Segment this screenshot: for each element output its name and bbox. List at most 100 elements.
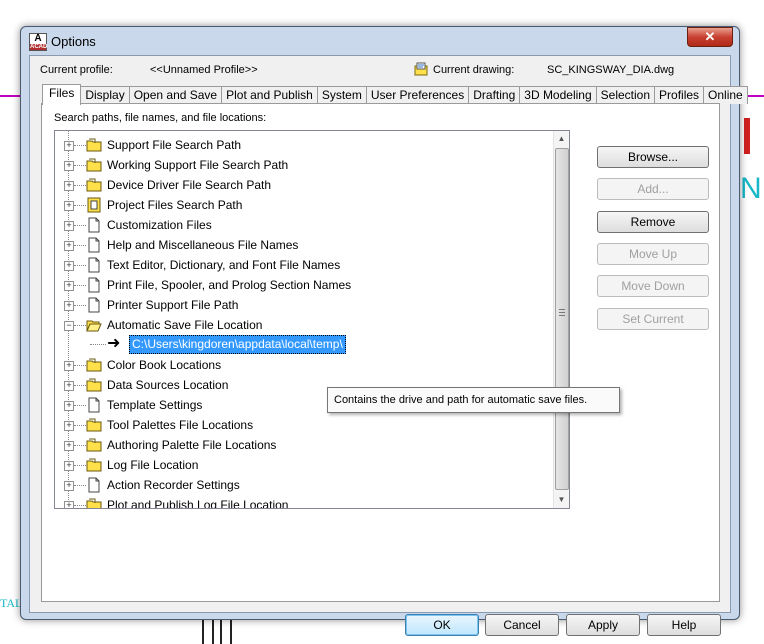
tooltip: Contains the drive and path for automati… [327, 387, 620, 413]
tree-child-row[interactable]: ➜ C:\Users\kingdoren\appdata\local\temp\ [55, 335, 553, 355]
tree-connector [74, 265, 86, 266]
tree-connector [74, 485, 86, 486]
tree-row[interactable]: + Color Book Locations [55, 355, 553, 375]
tree-row-label: Printer Support File Path [107, 298, 239, 312]
expand-icon[interactable]: + [64, 301, 74, 311]
expand-icon[interactable]: + [64, 501, 74, 508]
tree-row[interactable]: + Authoring Palette File Locations [55, 435, 553, 455]
tree-row[interactable]: + Device Driver File Search Path [55, 175, 553, 195]
title-bar[interactable]: A ACAD Options ✕ [21, 27, 739, 55]
tab-online[interactable]: Online [703, 86, 748, 104]
tree-row-label: Support File Search Path [107, 138, 242, 152]
document-icon [86, 237, 102, 253]
expand-icon[interactable]: + [64, 381, 74, 391]
tree-row[interactable]: + Action Recorder Settings [55, 475, 553, 495]
tree-row[interactable]: + Customization Files [55, 215, 553, 235]
tree-row[interactable]: + Log File Location [55, 455, 553, 475]
document-icon [86, 477, 102, 493]
tab-display[interactable]: Display [80, 86, 130, 104]
folder-icon [86, 377, 102, 393]
expand-icon[interactable]: + [64, 481, 74, 491]
cad-text-right: N [740, 172, 762, 205]
tree-row[interactable]: + Project Files Search Path [55, 195, 553, 215]
tab-user-preferences[interactable]: User Preferences [365, 86, 470, 104]
current-drawing-label: Current drawing: [433, 64, 515, 76]
tab-files[interactable]: Files [42, 84, 82, 105]
folder-icon [86, 457, 102, 473]
tree-connector [74, 145, 86, 146]
browse-button[interactable]: Browse... [597, 146, 709, 168]
tab-plot-and-publish[interactable]: Plot and Publish [221, 86, 318, 104]
tab-system[interactable]: System [316, 86, 367, 104]
tree-row[interactable]: + Text Editor, Dictionary, and Font File … [55, 255, 553, 275]
document-icon [86, 277, 102, 293]
tree-connector [74, 505, 86, 506]
collapse-icon[interactable]: − [64, 321, 74, 331]
cad-line-magenta-left [0, 95, 22, 97]
ok-button[interactable]: OK [405, 614, 479, 636]
move-down-button[interactable]: Move Down [597, 275, 709, 297]
expand-icon[interactable]: + [64, 441, 74, 451]
remove-button[interactable]: Remove [597, 211, 709, 233]
apply-button[interactable]: Apply [566, 614, 640, 636]
tree-row[interactable]: + Working Support File Search Path [55, 155, 553, 175]
add-button[interactable]: Add... [597, 178, 709, 200]
expand-icon[interactable]: + [64, 281, 74, 291]
move-up-button[interactable]: Move Up [597, 243, 709, 265]
expand-icon[interactable]: + [64, 201, 74, 211]
tree-scrollbar[interactable]: ▲ ▼ [553, 131, 569, 508]
tab-selection[interactable]: Selection [595, 86, 656, 104]
tree-row-label: Tool Palettes File Locations [107, 418, 254, 432]
autosave-path-value[interactable]: C:\Users\kingdoren\appdata\local\temp\ [129, 335, 346, 354]
expand-icon[interactable]: + [64, 161, 74, 171]
scroll-down-arrow-icon[interactable]: ▼ [554, 492, 569, 508]
current-profile-label: Current profile: [40, 64, 113, 76]
tab-drafting[interactable]: Drafting [468, 86, 521, 104]
tree-row-label: Customization Files [107, 218, 212, 232]
tab-3d-modeling[interactable]: 3D Modeling [519, 86, 597, 104]
close-button[interactable]: ✕ [687, 27, 733, 47]
tree-row-label: Color Book Locations [107, 358, 222, 372]
options-dialog: A ACAD Options ✕ Current profile: <<Unnam… [20, 26, 748, 636]
expand-icon[interactable]: + [64, 421, 74, 431]
folder-icon [86, 437, 102, 453]
folder-icon [86, 497, 102, 508]
help-button[interactable]: Help [647, 614, 721, 636]
tree-connector [74, 225, 86, 226]
tree-connector [74, 465, 86, 466]
tab-open-and-save[interactable]: Open and Save [128, 86, 223, 104]
folder-icon [86, 157, 102, 173]
tree-row[interactable]: + Printer Support File Path [55, 295, 553, 315]
expand-icon[interactable]: + [64, 261, 74, 271]
current-profile-value: <<Unnamed Profile>> [150, 64, 258, 76]
tree-row[interactable]: + Help and Miscellaneous File Names [55, 235, 553, 255]
tree-row[interactable]: + Support File Search Path [55, 135, 553, 155]
tree-row[interactable]: + Tool Palettes File Locations [55, 415, 553, 435]
tree-row-label: Device Driver File Search Path [107, 178, 272, 192]
file-locations-tree[interactable]: + Support File Search Path + Working Suppor… [54, 130, 570, 509]
folder-icon [86, 177, 102, 193]
scroll-thumb[interactable] [555, 148, 569, 490]
document-icon [86, 397, 102, 413]
expand-icon[interactable]: + [64, 401, 74, 411]
tree-row[interactable]: + Plot and Publish Log File Location [55, 495, 553, 508]
set-current-button[interactable]: Set Current [597, 308, 709, 330]
expand-icon[interactable]: + [64, 461, 74, 471]
document-icon [86, 297, 102, 313]
tree-row[interactable]: − Automatic Save File Location [55, 315, 553, 335]
tree-row[interactable]: + Print File, Spooler, and Prolog Section… [55, 275, 553, 295]
expand-icon[interactable]: + [64, 141, 74, 151]
cancel-button[interactable]: Cancel [485, 614, 559, 636]
expand-icon[interactable]: + [64, 241, 74, 251]
scroll-grip-icon [559, 309, 565, 317]
tree-row-label: Log File Location [107, 458, 199, 472]
expand-icon[interactable]: + [64, 221, 74, 231]
tab-profiles[interactable]: Profiles [654, 86, 705, 104]
expand-icon[interactable]: + [64, 181, 74, 191]
scroll-up-arrow-icon[interactable]: ▲ [554, 131, 569, 147]
tree-connector [74, 405, 86, 406]
tree-connector [90, 344, 106, 345]
expand-icon[interactable]: + [64, 361, 74, 371]
tree-row-label: Working Support File Search Path [107, 158, 289, 172]
search-paths-caption: Search paths, file names, and file locat… [54, 112, 267, 124]
